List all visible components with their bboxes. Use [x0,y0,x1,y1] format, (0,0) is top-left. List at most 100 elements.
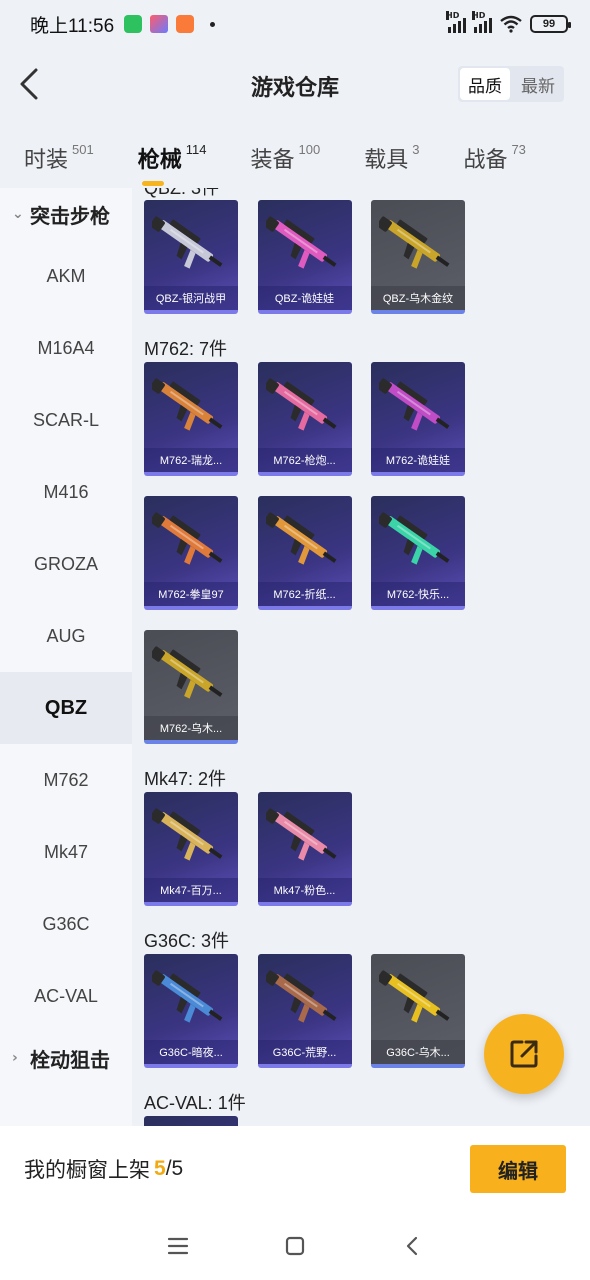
system-nav-bar [0,1212,590,1280]
sidebar-item-qbz[interactable]: QBZ [0,672,132,744]
section-title: G36C: 3件 [144,931,230,951]
item-grid: M762-瑞龙... M762-枪炮... M762-诡娃娃 M762-拳皇97 M76… [132,362,590,764]
more-notifications-icon [210,21,216,27]
sidebar-item-m416[interactable]: M416 [0,456,132,528]
tab-vehicles[interactable]: 载具 3 [364,142,419,174]
tab-supplies[interactable]: 战备 73 [463,142,525,174]
status-time: 晚上11:56 [30,15,115,37]
weapon-skin-name: M762-快乐... [371,582,465,606]
gun-image [152,970,223,1023]
tab-equipment[interactable]: 装备 100 [250,142,320,174]
sidebar-item-aug[interactable]: AUG [0,600,132,672]
gun-image [379,378,450,431]
sidebar-item-scar-l[interactable]: SCAR-L [0,384,132,456]
tab-fashion[interactable]: 时装 501 [24,142,94,174]
sort-toggle: 品质 最新 [458,66,564,102]
gun-image [152,216,223,269]
weapon-skin-card[interactable]: M762-拳皇97 [144,496,238,610]
share-button[interactable] [484,1014,564,1094]
back-arrow-icon[interactable] [14,66,44,102]
notification-icons [124,15,216,33]
sidebar-group-assault-rifles[interactable]: ⌄ 突击步枪 [0,188,132,240]
weapon-skin-name: M762-瑞龙... [144,448,238,472]
sidebar-item-akm[interactable]: AKM [0,240,132,312]
wifi-icon [500,15,522,33]
gun-image [265,512,336,565]
back-nav-button[interactable] [392,1226,432,1266]
weapon-skin-card[interactable]: M762-诡娃娃 [371,362,465,476]
item-grid-area[interactable]: QBZ: 3件 QBZ-银河战甲 QBZ-诡娃娃 QBZ-乌木金纹 M762: 7件 M7… [132,188,590,1128]
home-nav-button[interactable] [275,1226,315,1266]
chevron-down-icon: ⌄ [12,206,24,222]
gun-image [152,378,223,431]
sidebar-item-m16a4[interactable]: M16A4 [0,312,132,384]
sort-by-quality[interactable]: 品质 [460,68,510,100]
section-title: QBZ: 3件 [144,188,220,198]
weapon-skin-name: M762-折纸... [257,582,352,606]
weapon-skin-card[interactable]: Mk47-粉色... [257,792,352,906]
weapon-skin-card[interactable]: M762-瑞龙... [144,362,238,476]
gun-image [379,512,450,565]
signal-icon-2: HD [472,11,492,33]
category-tabs: 时装 501 枪械 114 装备 100 载具 3 战备 73 [0,128,590,188]
weapon-skin-name: QBZ-诡娃娃 [257,286,352,310]
sidebar-item-mk47[interactable]: Mk47 [0,816,132,888]
weapon-skin-card[interactable]: G36C-暗夜... [144,954,238,1068]
weapon-skin-name: G36C-乌木... [371,1040,465,1064]
weapon-skin-name: M762-诡娃娃 [371,448,465,472]
weapon-skin-name: G36C-荒野... [257,1040,352,1064]
item-grid: QBZ-银河战甲 QBZ-诡娃娃 QBZ-乌木金纹 [132,200,590,334]
status-bar: 晚上11:56 HD HD 99 [0,0,590,48]
weapon-skin-card[interactable]: G36C-乌木... [371,954,465,1068]
app-header: 游戏仓库 品质 最新 [0,48,590,128]
sidebar-group-bolt-action-snipers[interactable]: › 栓动狙击 [0,1032,132,1084]
weapon-skin-card[interactable]: M762-枪炮... [257,362,352,476]
sidebar-item-g36c[interactable]: G36C [0,888,132,960]
video-app-icon [150,15,169,33]
gun-image [265,970,336,1023]
weapon-skin-card[interactable]: G36C-荒野... [257,954,352,1068]
sidebar-item-m762[interactable]: M762 [0,744,132,816]
sort-by-newest[interactable]: 最新 [512,66,564,102]
gun-image [265,216,336,269]
weapon-skin-card[interactable]: Mk47-百万... [144,792,238,906]
gun-image [265,378,336,431]
weapon-skin-card[interactable]: QBZ-乌木金纹 [371,200,465,314]
menu-icon [168,1237,189,1255]
signal-icon: HD [446,11,466,33]
shopping-app-icon [176,15,195,33]
weapon-skin-card[interactable]: QBZ-诡娃娃 [257,200,352,314]
tab-firearms[interactable]: 枪械 114 [138,142,206,186]
item-grid: Mk47-百万... Mk47-粉色... [132,792,590,926]
weapon-skin-card[interactable]: M762-快乐... [371,496,465,610]
showcase-count: 5/5 [154,1157,184,1180]
weapon-type-sidebar: ⌄ 突击步枪 AKM M16A4 SCAR-L M416 GROZA AUG QBZ M762… [0,188,132,1128]
sidebar-item-ac-val[interactable]: AC-VAL [0,960,132,1032]
weapon-skin-card[interactable]: M762-折纸... [257,496,352,610]
weapon-skin-card[interactable]: QBZ-银河战甲 [144,200,238,314]
weapon-skin-name: QBZ-乌木金纹 [371,286,465,310]
chevron-right-icon: › [12,1050,18,1066]
gun-image [152,512,223,565]
home-square-icon [285,1236,305,1256]
gun-image [265,808,336,861]
showcase-label: 我的橱窗上架 [24,1158,150,1182]
back-chevron-icon [406,1236,417,1256]
sidebar-item-groza[interactable]: GROZA [0,528,132,600]
weapon-skin-name: Mk47-百万... [144,878,238,902]
weapon-skin-name: M762-枪炮... [257,448,352,472]
weapon-skin-name: G36C-暗夜... [144,1040,238,1064]
weapon-skin-name: M762-乌木... [144,716,238,740]
weapon-skin-name: QBZ-银河战甲 [144,286,238,310]
menu-nav-button[interactable] [158,1226,198,1266]
section-title: M762: 7件 [144,339,228,359]
edit-button[interactable]: 编辑 [470,1145,566,1193]
weapon-skin-name: M762-拳皇97 [144,582,238,606]
share-icon [510,1040,538,1068]
gun-image [379,970,450,1023]
gun-image [152,646,223,699]
weapon-skin-card[interactable]: M762-乌木... [144,630,238,744]
weapon-skin-name: Mk47-粉色... [257,878,352,902]
showcase-bar: 我的橱窗上架 5/5 编辑 [0,1126,590,1212]
battery-icon: 99 [530,15,571,33]
